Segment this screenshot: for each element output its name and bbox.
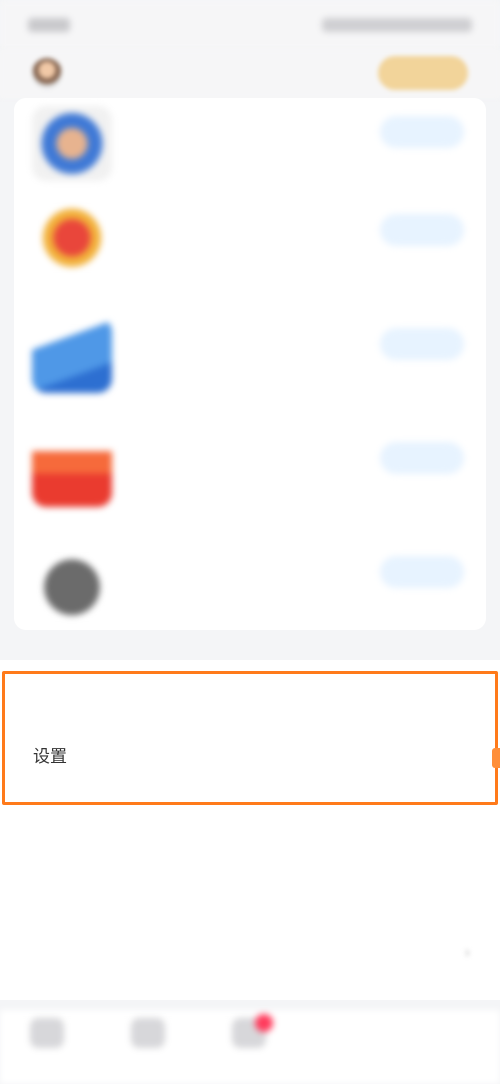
nav-item-box[interactable] bbox=[118, 1018, 178, 1078]
task-item[interactable] bbox=[14, 538, 486, 638]
highlight-box bbox=[2, 671, 498, 805]
bottom-nav bbox=[0, 1010, 500, 1084]
status-icons bbox=[322, 18, 472, 32]
task-item[interactable] bbox=[14, 424, 486, 524]
chevron-right-icon: › bbox=[464, 944, 470, 961]
task-thumbnail bbox=[32, 546, 112, 621]
nav-item-home[interactable] bbox=[17, 1018, 77, 1078]
task-thumbnail bbox=[32, 106, 112, 181]
settings-row-more[interactable] bbox=[0, 866, 500, 926]
profile-header bbox=[0, 50, 500, 98]
vip-button[interactable] bbox=[378, 56, 468, 90]
task-thumbnail bbox=[32, 204, 112, 279]
task-item[interactable] bbox=[14, 310, 486, 410]
home-icon bbox=[30, 1018, 64, 1048]
task-action-button[interactable] bbox=[380, 328, 464, 360]
task-thumbnail bbox=[32, 432, 112, 507]
task-item[interactable] bbox=[14, 98, 486, 198]
box-icon bbox=[131, 1018, 165, 1048]
task-action-button[interactable] bbox=[380, 442, 464, 474]
task-action-button[interactable] bbox=[380, 214, 464, 246]
task-item[interactable] bbox=[14, 196, 486, 296]
task-action-button[interactable] bbox=[380, 556, 464, 588]
settings-row-help[interactable]: › bbox=[0, 926, 500, 986]
task-card bbox=[14, 98, 486, 630]
status-bar bbox=[0, 0, 500, 50]
task-action-button[interactable] bbox=[380, 116, 464, 148]
highlight-marker bbox=[492, 748, 500, 768]
nav-item-message[interactable] bbox=[219, 1014, 279, 1078]
settings-row[interactable] bbox=[0, 800, 500, 860]
notification-badge bbox=[255, 1014, 273, 1032]
status-time bbox=[28, 18, 70, 32]
task-thumbnail bbox=[32, 318, 112, 393]
avatar[interactable] bbox=[32, 58, 62, 88]
